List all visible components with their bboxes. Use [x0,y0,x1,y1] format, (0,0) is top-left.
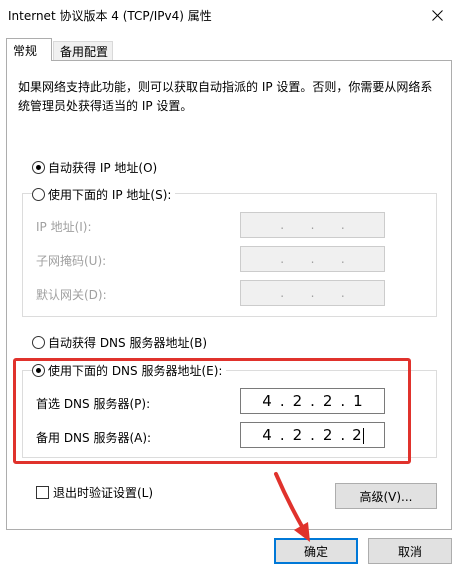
default-gateway-label: 默认网关(D): [36,288,107,302]
manual-ip-radio[interactable] [32,188,45,201]
auto-dns-option[interactable]: 自动获得 DNS 服务器地址(B) [32,334,207,351]
close-icon [431,9,443,21]
default-gateway-input[interactable]: ... [240,280,385,306]
window-title: Internet 协议版本 4 (TCP/IPv4) 属性 [8,9,212,23]
auto-ip-label: 自动获得 IP 地址(O) [48,161,158,175]
tab-strip: 常规 备用配置 [0,38,460,61]
auto-ip-option[interactable]: 自动获得 IP 地址(O) [32,159,157,176]
annotation-arrow-icon [274,472,310,542]
auto-dns-label: 自动获得 DNS 服务器地址(B) [48,336,208,350]
manual-ip-label: 使用下面的 IP 地址(S): [48,188,172,202]
description-text: 如果网络支持此功能，则可以获取自动指派的 IP 设置。否则，你需要从网络系统管理… [18,80,433,113]
annotation-highlight-box [13,358,411,464]
cancel-button[interactable]: 取消 [368,538,452,564]
close-button[interactable] [414,0,460,30]
ip-address-label: IP 地址(I): [36,220,92,234]
auto-ip-radio[interactable] [32,161,45,174]
validate-label: 退出时验证设置(L) [53,486,154,500]
validate-option[interactable]: 退出时验证设置(L) [36,484,153,501]
ip-address-input[interactable]: ... [240,212,385,238]
validate-checkbox[interactable] [36,486,49,499]
advanced-button[interactable]: 高级(V)... [335,483,437,509]
auto-dns-radio[interactable] [32,336,45,349]
title-bar: Internet 协议版本 4 (TCP/IPv4) 属性 [0,0,460,30]
subnet-mask-label: 子网掩码(U): [36,254,107,268]
tab-alternate-config[interactable]: 备用配置 [53,41,113,60]
tab-general[interactable]: 常规 [6,38,52,61]
subnet-mask-input[interactable]: ... [240,246,385,272]
manual-ip-option[interactable]: 使用下面的 IP 地址(S): [32,186,176,203]
